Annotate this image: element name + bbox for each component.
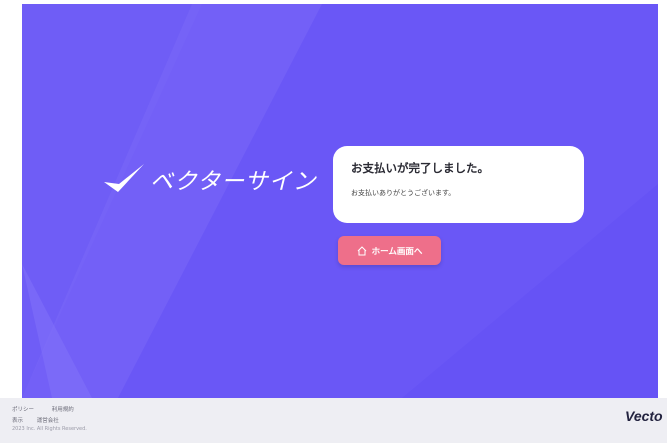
hero-panel: ベクターサイン お支払いが完了しました。 お支払いありがとうございます。 ホーム… — [22, 4, 658, 398]
footer-brand-logo: Vecto — [625, 408, 663, 424]
footer: ポリシー 利用規約 表示 運営会社 2023 Inc. All Rights R… — [0, 398, 667, 443]
card-message: お支払いありがとうございます。 — [351, 189, 456, 197]
footer-copyright: 2023 Inc. All Rights Reserved. — [12, 426, 87, 432]
card-title: お支払いが完了しました。 — [351, 161, 489, 175]
footer-link-company[interactable]: 運営会社 — [37, 418, 59, 424]
vectorsign-logo: ベクターサイン — [102, 162, 317, 196]
logo-text: ベクターサイン — [150, 169, 317, 195]
checkmark-logo-icon — [104, 164, 144, 192]
home-icon — [357, 245, 366, 255]
payment-complete-card: お支払いが完了しました。 お支払いありがとうございます。 — [333, 146, 584, 223]
footer-links-row2: 表示 運営会社 — [12, 416, 71, 424]
footer-link-policy[interactable]: ポリシー — [12, 407, 34, 413]
footer-link-notation[interactable]: 表示 — [12, 418, 23, 424]
right-margin — [658, 0, 667, 398]
footer-link-terms[interactable]: 利用規約 — [52, 407, 74, 413]
left-margin — [0, 0, 22, 398]
footer-links-row1: ポリシー 利用規約 — [12, 405, 90, 413]
home-button-label: ホーム画面へ — [371, 246, 423, 257]
home-button[interactable]: ホーム画面へ — [338, 236, 441, 265]
